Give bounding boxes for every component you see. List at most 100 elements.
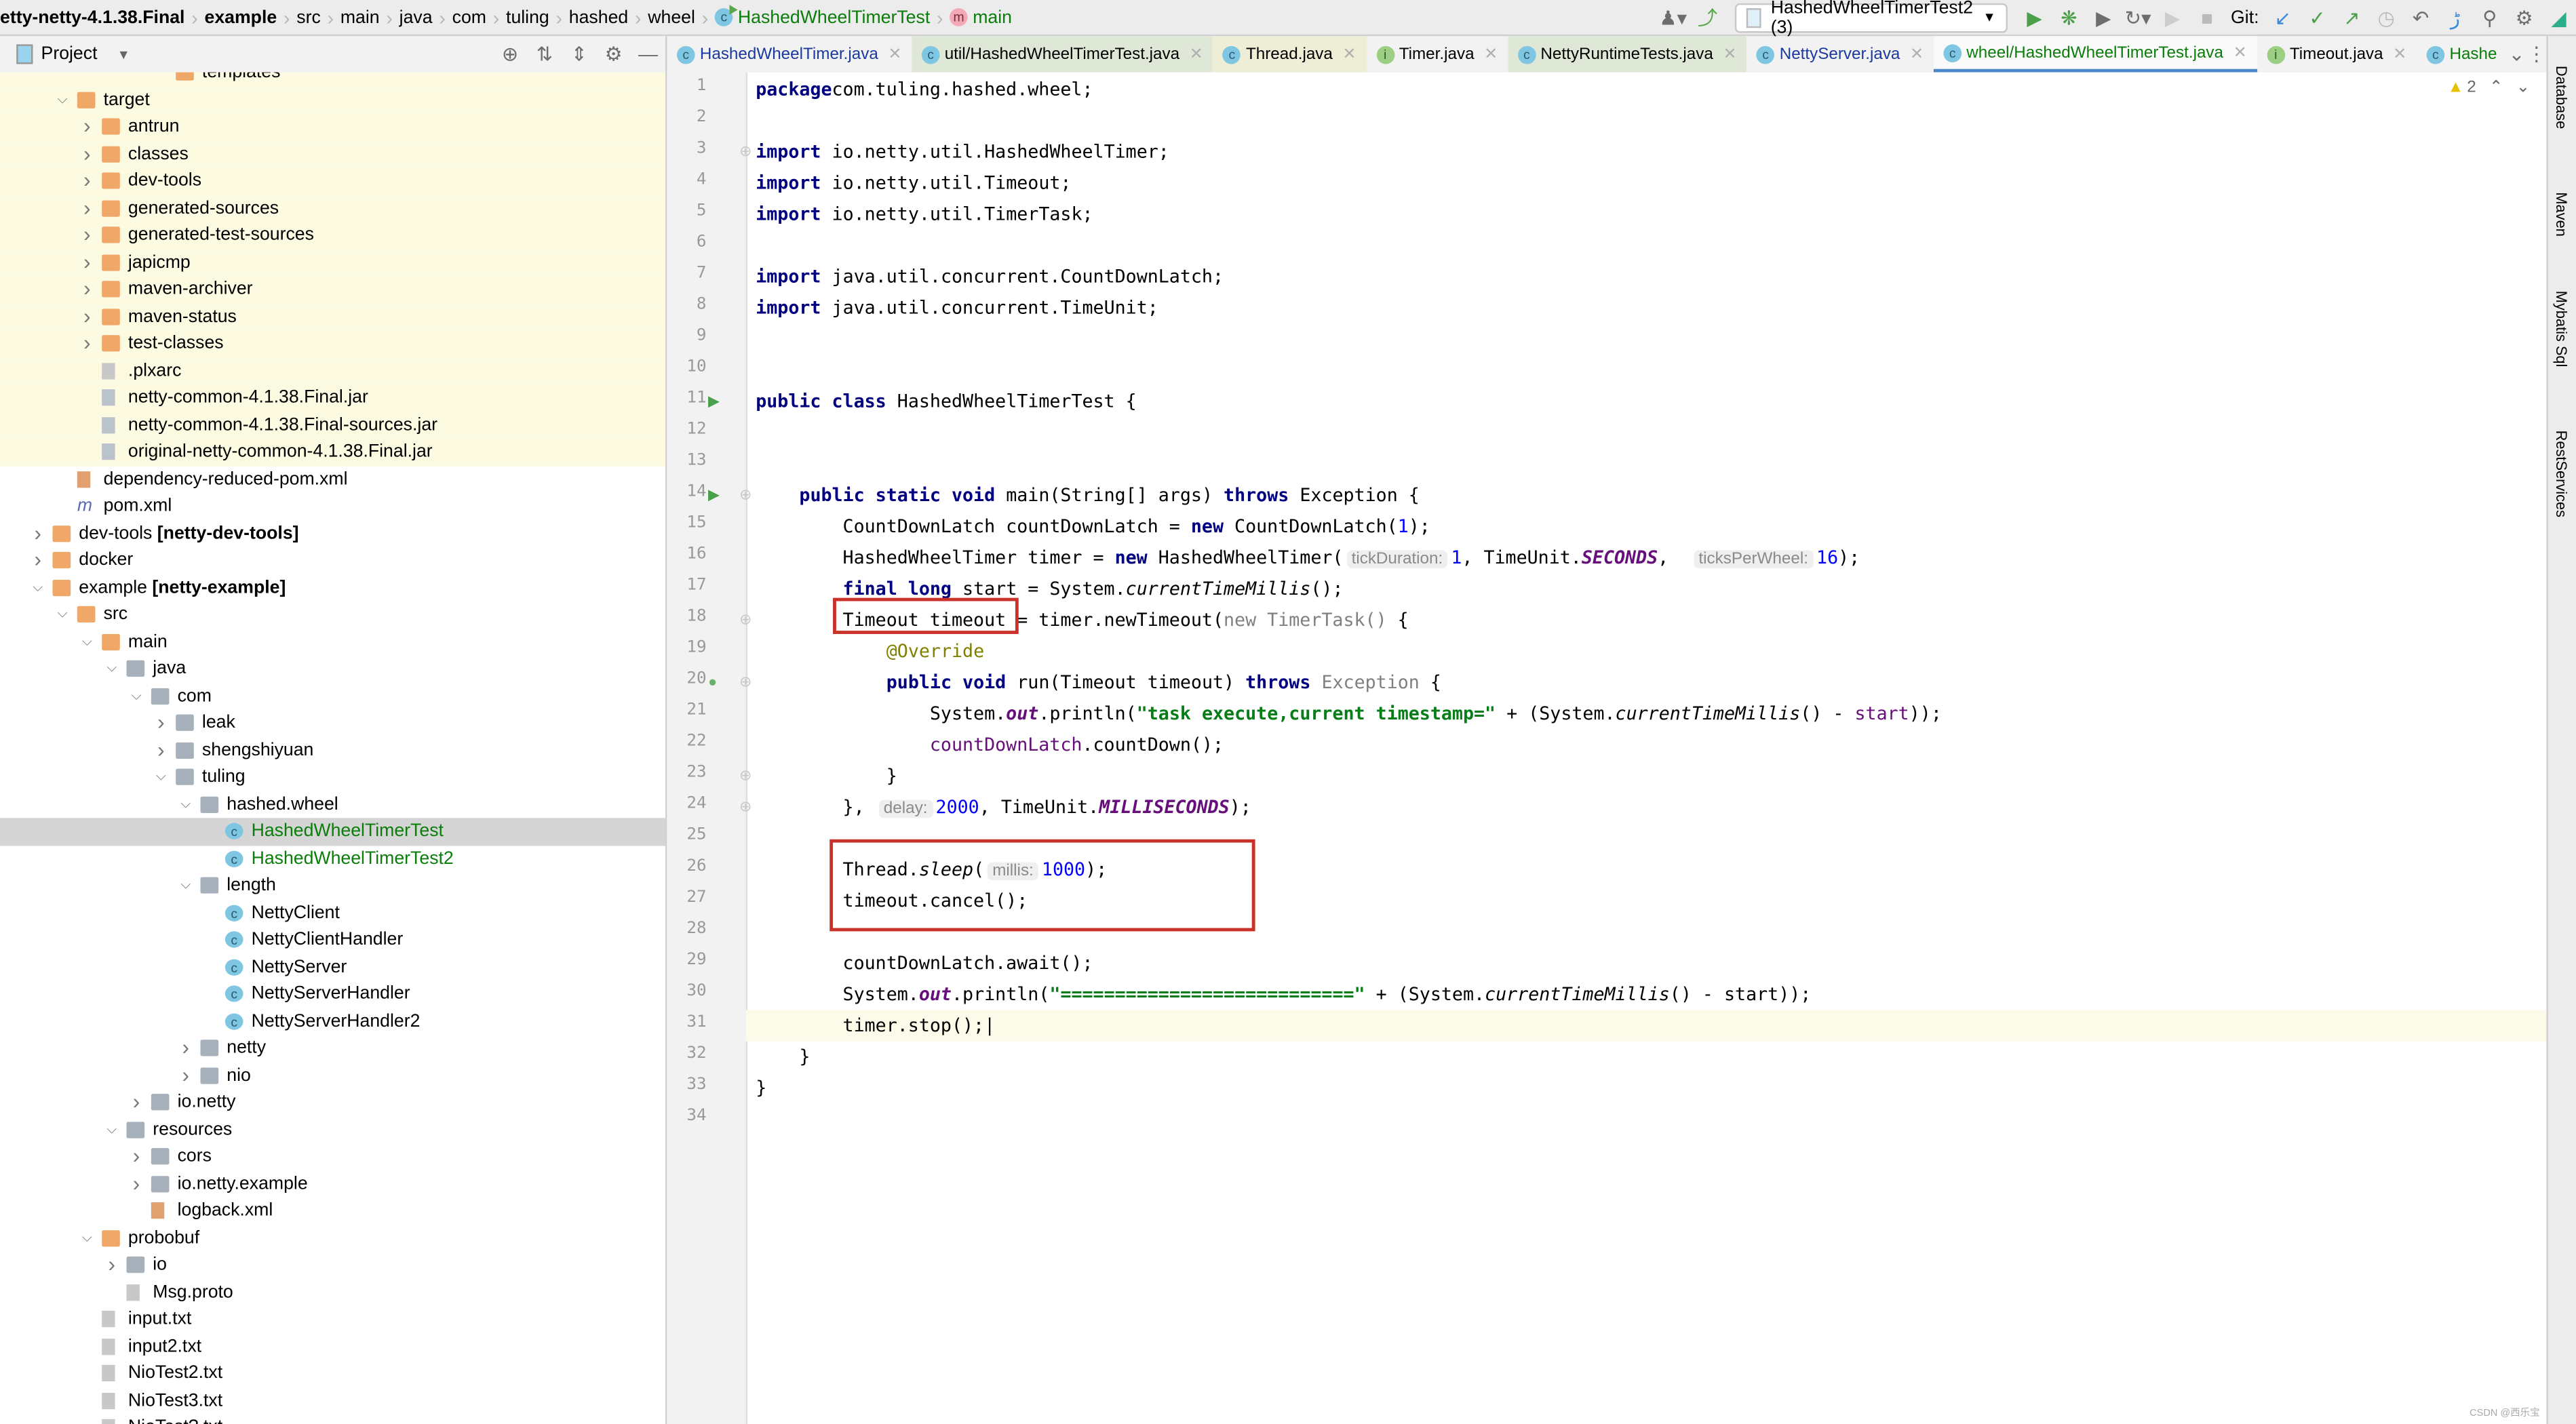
chevron-right-icon[interactable]: › [128, 1089, 144, 1116]
code-line[interactable]: import java.util.concurrent.TimeUnit; [756, 292, 2546, 323]
editor-tab[interactable]: c Hashe [2417, 36, 2507, 72]
code-line[interactable]: } [756, 1042, 2546, 1073]
tree-item[interactable]: › io [0, 1252, 665, 1279]
tree-item[interactable]: ⌵ java [0, 655, 665, 682]
gear-icon[interactable]: ⚙ [596, 43, 631, 66]
more-options-icon[interactable]: ⋮ [2526, 43, 2546, 66]
chevron-right-icon[interactable]: › [79, 303, 95, 330]
tree-item[interactable]: netty-common-4.1.38.Final.jar [0, 384, 665, 412]
coverage-icon[interactable]: ▶ [2086, 5, 2121, 28]
profile-icon[interactable]: ↻▾ [2121, 5, 2155, 28]
run-gutter-icon[interactable]: ▶ [708, 393, 720, 411]
code-line[interactable]: } [756, 760, 2546, 791]
git-push-icon[interactable]: ↗ [2335, 5, 2369, 28]
fold-icon[interactable]: ⊕ [739, 798, 752, 816]
breadcrumb-item[interactable]: java [393, 7, 439, 27]
code-line[interactable]: countDownLatch.await(); [756, 948, 2546, 979]
code-line[interactable]: System.out.println("task execute,current… [756, 698, 2546, 729]
hide-icon[interactable]: — [631, 43, 665, 66]
close-icon[interactable]: ✕ [1484, 45, 1498, 64]
tree-item[interactable]: c HashedWheelTimerTest2 [0, 845, 665, 872]
chevron-down-icon[interactable]: ⌵ [79, 1225, 95, 1252]
editor-tab[interactable]: i Timer.java ✕ [1366, 36, 1508, 72]
chevron-right-icon[interactable]: › [30, 547, 46, 574]
code-line[interactable]: public static void main(String[] args) t… [756, 479, 2546, 511]
chevron-down-icon[interactable]: ⌵ [178, 791, 194, 818]
fold-icon[interactable]: ⊕ [739, 486, 752, 505]
tree-item[interactable]: netty-common-4.1.38.Final-sources.jar [0, 411, 665, 439]
chevron-down-icon[interactable]: ⌵ [54, 86, 71, 113]
code-line[interactable]: CountDownLatch countDownLatch = new Coun… [756, 511, 2546, 542]
tool-mybatis-sql[interactable]: Mybatis Sql [2553, 291, 2569, 368]
project-view-select[interactable]: Project [41, 44, 98, 64]
tree-item[interactable]: logback.xml [0, 1198, 665, 1225]
implements-gutter-icon[interactable]: ● [708, 673, 717, 690]
tree-item[interactable]: c HashedWheelTimerTest [0, 818, 665, 846]
close-icon[interactable]: ✕ [1190, 45, 1203, 64]
tree-item[interactable]: › classes [0, 140, 665, 168]
tree-item[interactable]: › nio [0, 1062, 665, 1089]
fold-icon[interactable]: ⊕ [739, 767, 752, 785]
code-line[interactable]: @Override [756, 635, 2546, 667]
breadcrumb-item[interactable]: hashed [562, 7, 635, 27]
chevron-right-icon[interactable]: › [79, 249, 95, 276]
chevron-right-icon[interactable]: › [79, 330, 95, 357]
tree-item[interactable]: templates [0, 72, 665, 87]
tree-item[interactable]: ⌵ target [0, 86, 665, 114]
run-disabled-icon[interactable]: ▶ [2155, 5, 2190, 28]
close-icon[interactable]: ✕ [888, 45, 901, 64]
code-line[interactable] [756, 230, 2546, 261]
code-line[interactable] [756, 323, 2546, 355]
chevron-right-icon[interactable]: › [79, 195, 95, 222]
code-line[interactable] [756, 417, 2546, 448]
locate-icon[interactable]: ⊕ [493, 43, 528, 66]
stop-icon[interactable]: ■ [2189, 5, 2224, 28]
close-icon[interactable]: ✕ [1910, 45, 1924, 64]
tree-item[interactable]: › dev-tools [netty-dev-tools] [0, 520, 665, 547]
editor-tab[interactable]: c NettyServer.java ✕ [1746, 36, 1934, 72]
chevron-right-icon[interactable]: › [79, 222, 95, 249]
tree-item[interactable]: ⌵ main [0, 628, 665, 655]
build-hammer-icon[interactable]: ⤴ [1690, 3, 1725, 31]
tree-item[interactable]: › test-classes [0, 330, 665, 357]
tree-item[interactable]: › maven-status [0, 302, 665, 330]
breadcrumb-item[interactable]: m main [943, 7, 1019, 27]
chevron-down-icon[interactable]: ⌵ [54, 601, 71, 629]
settings-icon[interactable]: ⚙ [2507, 5, 2541, 28]
breadcrumb-item[interactable]: src [290, 7, 328, 27]
tree-item[interactable]: › dev-tools [0, 167, 665, 195]
code-line[interactable]: import java.util.concurrent.CountDownLat… [756, 261, 2546, 292]
fold-icon[interactable]: ⊕ [739, 611, 752, 629]
collapse-all-icon[interactable]: ⇕ [562, 43, 596, 66]
expand-all-icon[interactable]: ⇅ [528, 43, 562, 66]
code-editor[interactable]: 1 2 3 4 5 6 7 8 9 10 11 12 13 14 15 16 17 18 19 20 21 22 23 24 2… [667, 72, 2547, 1424]
chevron-right-icon[interactable]: › [79, 140, 95, 167]
editor-tab[interactable]: i Timeout.java ✕ [2257, 36, 2417, 72]
code-line[interactable]: HashedWheelTimer timer = new HashedWheel… [756, 542, 2546, 573]
editor-tab[interactable]: c Thread.java ✕ [1213, 36, 1367, 73]
code-line[interactable] [756, 448, 2546, 479]
tree-item[interactable]: ⌵ probobuf [0, 1225, 665, 1252]
code-line[interactable]: }, delay: 2000, TimeUnit.MILLISECONDS); [756, 792, 2546, 823]
tree-item[interactable]: c NettyServer [0, 953, 665, 981]
search-icon[interactable]: ⚲ [2472, 5, 2507, 28]
code-line[interactable]: } [756, 1073, 2546, 1104]
breadcrumb-item[interactable]: wheel [642, 7, 702, 27]
code-line[interactable]: timer.stop();| [745, 1010, 2547, 1042]
tree-item[interactable]: ⌵ example [netty-example] [0, 574, 665, 601]
tree-item[interactable]: m pom.xml [0, 493, 665, 520]
tree-item[interactable]: ⌵ src [0, 601, 665, 629]
user-icon[interactable]: ♟▾ [1656, 5, 1690, 28]
tree-item[interactable]: c NettyClient [0, 899, 665, 926]
code-line[interactable]: packagecom.tuling.hashed.wheel; [756, 74, 2546, 105]
plugin-icon[interactable]: ◢ [2541, 5, 2576, 28]
git-update-icon[interactable]: ↙ [2265, 5, 2300, 28]
tree-item[interactable]: input.txt [0, 1306, 665, 1333]
chevron-right-icon[interactable]: › [79, 276, 95, 303]
chevron-right-icon[interactable]: › [128, 1143, 144, 1170]
code-line[interactable] [756, 105, 2546, 136]
tree-item[interactable]: c NettyServerHandler [0, 981, 665, 1008]
chevron-down-icon[interactable]: ⌵ [30, 574, 46, 601]
code-line[interactable]: final long start = System.currentTimeMil… [756, 573, 2546, 604]
tree-item[interactable]: dependency-reduced-pom.xml [0, 466, 665, 493]
